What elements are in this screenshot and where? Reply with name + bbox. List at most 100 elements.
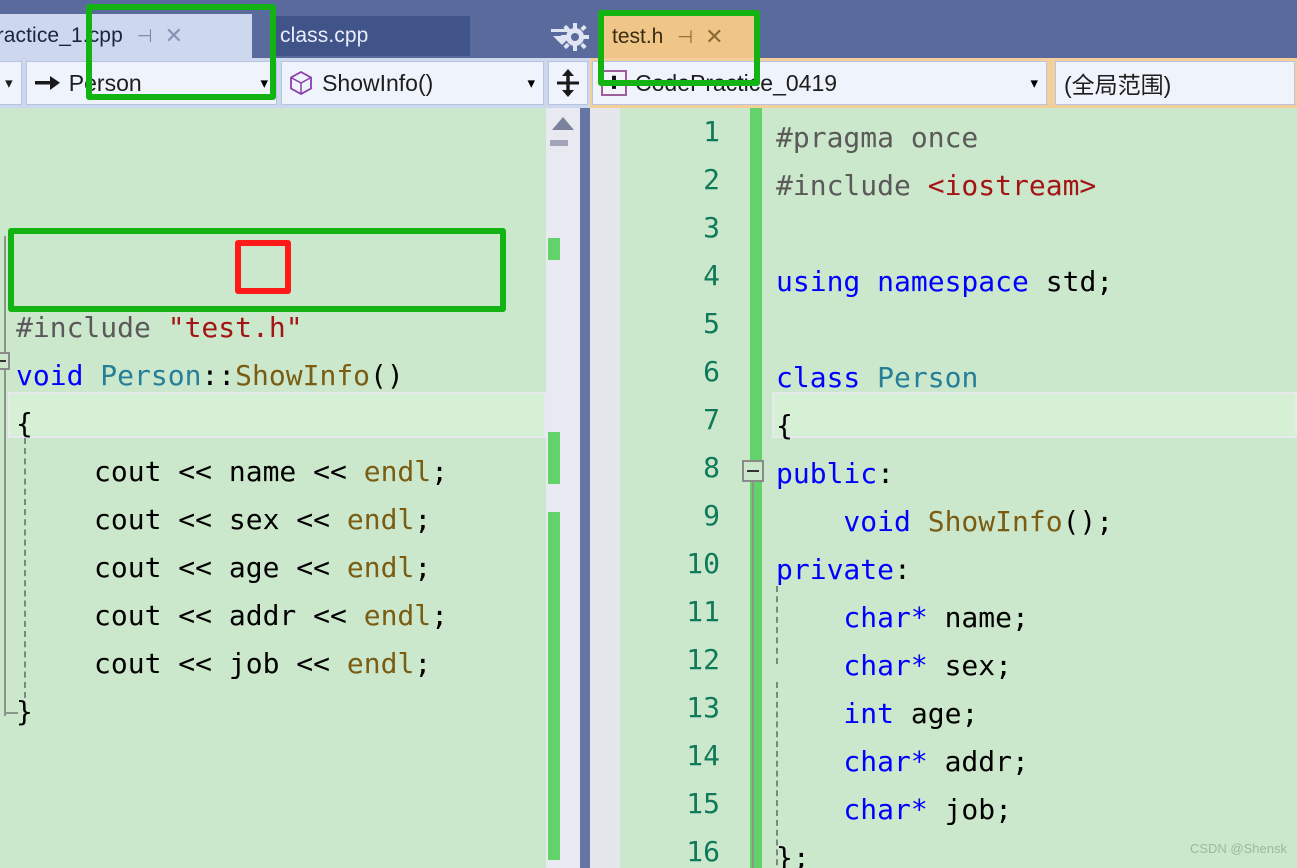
- code-token: endl: [346, 647, 415, 680]
- code-token: ;: [414, 551, 432, 584]
- code-token: addr;: [927, 745, 1029, 778]
- code-token: name;: [927, 601, 1029, 634]
- code-line: cout << job << endl;: [94, 640, 431, 688]
- nav-project-dropdown-right[interactable]: ✚ CodePractice_0419 ▾: [592, 61, 1047, 105]
- line-number: 9: [703, 499, 720, 532]
- gear-icon[interactable]: [560, 22, 590, 52]
- code-line: };: [776, 834, 810, 868]
- split-window-icon: [555, 68, 581, 98]
- pin-icon[interactable]: ⊣: [137, 26, 153, 47]
- code-token: public: [776, 457, 878, 490]
- line-number: 12: [686, 643, 720, 676]
- right-selection-margin: [590, 108, 620, 868]
- chevron-down-icon: ▾: [260, 75, 269, 92]
- tab-label: class.cpp: [280, 24, 369, 47]
- nav-scope-label: (全局范围): [1064, 72, 1172, 98]
- project-icon: ✚: [601, 70, 627, 96]
- code-line: {: [16, 400, 33, 448]
- code-token: "test.h": [167, 311, 303, 344]
- line-number: 10: [686, 547, 720, 580]
- code-token: };: [776, 841, 810, 868]
- left-code-text[interactable]: #include "test.h" void Person::ShowInfo()…: [0, 108, 546, 868]
- code-token: endl: [363, 599, 432, 632]
- code-token: cout << job <<: [94, 647, 347, 680]
- tab-test-h[interactable]: test.h ⊣ ✕: [602, 14, 754, 60]
- close-icon[interactable]: ✕: [165, 25, 184, 47]
- code-line: {: [776, 402, 793, 450]
- code-token: #include: [16, 311, 168, 344]
- code-token: void: [776, 505, 928, 538]
- line-number: 2: [703, 163, 720, 196]
- code-token: {: [16, 407, 33, 440]
- nav-member-dropdown[interactable]: ShowInfo() ▾: [281, 61, 544, 105]
- line-number: 6: [703, 355, 720, 388]
- code-line: char* addr;: [776, 738, 1029, 786]
- nav-project-dropdown[interactable]: ▾: [0, 61, 22, 105]
- code-token: age;: [894, 697, 979, 730]
- nav-project-label: CodePractice_0419: [635, 69, 838, 96]
- scrollbar-thumb-mark[interactable]: [550, 140, 568, 146]
- code-token: <iostream>: [927, 169, 1097, 202]
- nav-scope-dropdown-right[interactable]: (全局范围): [1055, 61, 1295, 105]
- arrow-right-icon: [34, 74, 61, 92]
- line-number: 16: [686, 835, 720, 868]
- code-token: :: [894, 553, 911, 586]
- code-token: cout << age <<: [94, 551, 347, 584]
- nav-scope-label: Person: [68, 69, 142, 96]
- code-token: private: [776, 553, 895, 586]
- close-icon[interactable]: ✕: [705, 26, 723, 48]
- code-token: endl: [346, 551, 415, 584]
- line-number: 3: [703, 211, 720, 244]
- line-number: 13: [686, 691, 720, 724]
- outline-guide-class: [752, 482, 754, 868]
- line-number: 7: [703, 403, 720, 436]
- code-line: #include "test.h": [16, 304, 303, 352]
- code-line: cout << sex << endl;: [94, 496, 431, 544]
- code-token: :: [877, 457, 895, 490]
- code-token: cout << name <<: [94, 455, 364, 488]
- code-token: using namespace: [776, 265, 1029, 298]
- code-token: endl: [363, 455, 432, 488]
- watermark: CSDN @Shensk: [1189, 841, 1287, 856]
- code-token: sex;: [927, 649, 1013, 682]
- code-token: ();: [1062, 505, 1114, 538]
- tab-label: lePractice_1.cpp: [0, 24, 123, 47]
- code-token: endl: [346, 503, 415, 536]
- code-line: cout << name << endl;: [94, 448, 448, 496]
- code-token: ;: [414, 503, 432, 536]
- nav-scope-dropdown[interactable]: Person ▾: [25, 61, 278, 105]
- tab-label: test.h: [612, 25, 664, 48]
- collapse-minus-icon[interactable]: [742, 460, 764, 482]
- code-line: private:: [776, 546, 911, 594]
- code-line: #include <iostream>: [776, 162, 1096, 210]
- code-token: char*: [776, 649, 928, 682]
- scroll-up-arrow-icon[interactable]: [550, 112, 576, 136]
- line-number: 4: [703, 259, 720, 292]
- code-line: void Person::ShowInfo(): [16, 352, 404, 400]
- chevron-down-icon: ▾: [5, 75, 13, 92]
- code-token: (): [370, 359, 404, 392]
- pin-icon[interactable]: ⊣: [677, 27, 693, 48]
- code-token: ;: [431, 455, 449, 488]
- visual-studio-window: lePractice_1.cpp ⊣ ✕ class.cpp: [0, 0, 1297, 868]
- split-window-button[interactable]: [548, 61, 588, 105]
- code-token: {: [776, 409, 793, 442]
- code-line: char* sex;: [776, 642, 1012, 690]
- line-number: 1: [703, 115, 720, 148]
- code-line: char* name;: [776, 594, 1029, 642]
- code-token: int: [776, 697, 895, 730]
- code-line: }: [16, 688, 33, 736]
- left-code-editor[interactable]: #include "test.h" void Person::ShowInfo()…: [0, 108, 590, 868]
- tab-codepractice-1-cpp[interactable]: lePractice_1.cpp ⊣ ✕: [0, 14, 252, 58]
- code-token: ::: [201, 359, 236, 392]
- code-line: cout << age << endl;: [94, 544, 431, 592]
- tab-class-cpp[interactable]: class.cpp: [270, 16, 470, 56]
- pane-divider[interactable]: [580, 108, 590, 868]
- line-number: 15: [686, 787, 720, 820]
- left-vertical-scrollbar[interactable]: [546, 108, 580, 868]
- chevron-down-icon: ▾: [1030, 75, 1038, 92]
- right-code-editor[interactable]: 1 2 3 4 5 6 7 8 9 10 11 12 13 14 15 16 #pragma once #inc…: [590, 108, 1297, 868]
- right-code-text[interactable]: #pragma once #include <iostream> using nam…: [776, 108, 1297, 868]
- code-token: std;: [1028, 265, 1114, 298]
- left-navigation-bar: ▾ Person ▾ ShowInfo() ▾: [0, 58, 590, 108]
